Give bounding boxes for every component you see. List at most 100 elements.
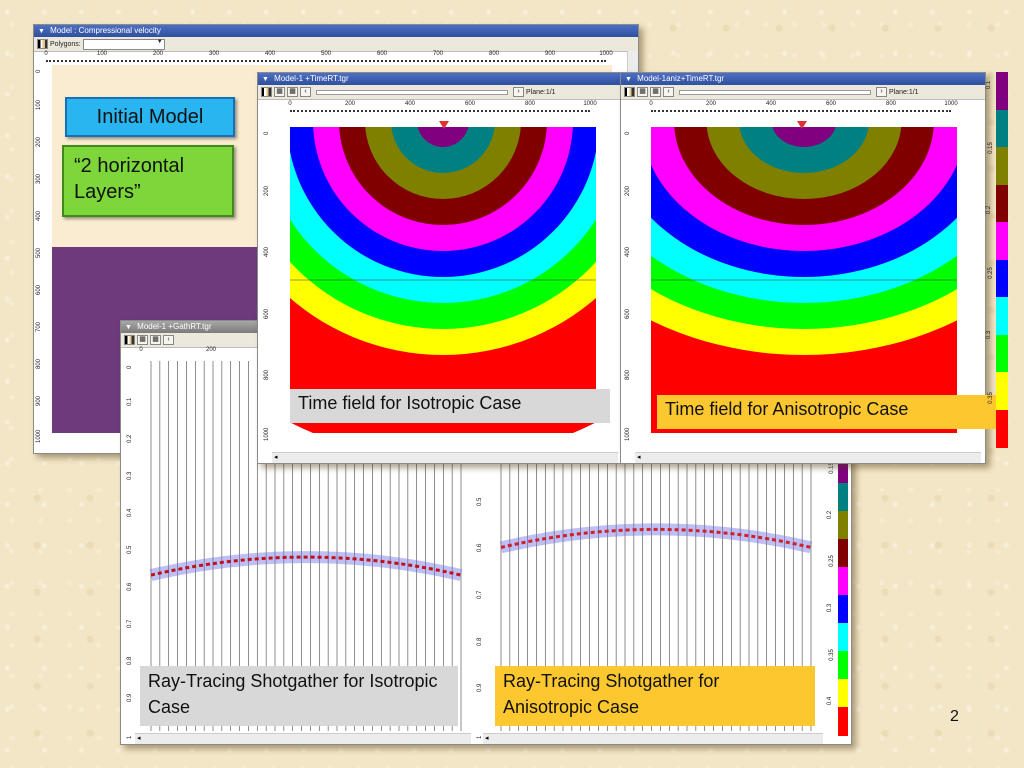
y-tick-label: 0.3 (127, 471, 133, 480)
colorbar-tick-label: 0.1 (986, 80, 993, 90)
y-tick-label: 0 (625, 131, 631, 135)
colorbar-swatch (996, 222, 1008, 260)
plane-slider[interactable] (679, 89, 871, 95)
x-tick-label: 600 (825, 101, 837, 107)
gather-x-ruler: 0 200 (135, 347, 255, 361)
y-tick-label: 200 (625, 186, 631, 197)
window-menu-icon[interactable]: ▼ (38, 28, 45, 35)
aniso-gather-hscroll[interactable]: ◂ (483, 733, 823, 744)
window-menu-icon[interactable]: ▼ (125, 324, 132, 331)
source-marker-icon (439, 121, 449, 129)
iso-plane-label: Plane:1/1 (526, 88, 556, 96)
colorbar-swatch (996, 409, 1008, 448)
forward-arrow-icon[interactable]: › (876, 87, 887, 97)
colorbar-tick-label: 0.15 (987, 141, 994, 154)
colorbar-swatch (838, 707, 848, 736)
y-tick-label: 0.6 (127, 582, 133, 591)
polygons-select[interactable]: ▼ (82, 38, 165, 50)
grid-icon[interactable]: ▦ (650, 87, 661, 97)
gather-hscroll[interactable]: ◂ (135, 733, 471, 744)
y-tick-label: 0.5 (127, 545, 133, 554)
color-swatch-icon[interactable] (37, 39, 48, 49)
colorbar-swatch (838, 623, 848, 652)
colorbar-swatch (838, 511, 848, 540)
ruler-ticks (290, 110, 590, 112)
colorbar-tick-label: 0.3 (827, 603, 834, 613)
color-swatch-icon[interactable] (624, 87, 635, 97)
y-tick-label: 0.9 (477, 683, 483, 693)
chevron-down-icon[interactable]: ▼ (157, 39, 163, 45)
colorbar-tick-label: 0.3 (986, 330, 993, 340)
forward-arrow-icon[interactable]: › (513, 87, 524, 97)
y-tick-label: 600 (625, 308, 631, 319)
window-menu-icon[interactable]: ▼ (262, 76, 269, 83)
scroll-left-icon[interactable]: ◂ (274, 453, 278, 461)
colorbar-top (996, 72, 1008, 448)
scroll-left-icon[interactable]: ◂ (637, 453, 641, 461)
x-tick-label: 500 (320, 51, 332, 57)
iso-time-field-plot (290, 127, 596, 433)
gather-xtick-200: 200 (205, 347, 217, 353)
x-tick-label: 400 (264, 51, 276, 57)
back-arrow-icon[interactable]: ‹ (663, 87, 674, 97)
x-tick-label: 200 (705, 101, 717, 107)
aniso-time-titlebar[interactable]: ▼ Model-1aniz+TimeRT.tgr (621, 73, 985, 85)
initial-model-label: Initial Model (65, 97, 235, 137)
y-tick-label: 600 (264, 308, 270, 319)
aniso-x-ruler: 0 200 400 600 800 1000 (649, 101, 958, 115)
grid-icon[interactable]: ▦ (287, 87, 298, 97)
back-arrow-icon[interactable]: ‹ (163, 335, 174, 345)
colorbar-swatch (838, 483, 848, 512)
color-swatch-icon[interactable] (124, 335, 135, 345)
grid-icon[interactable]: ▦ (137, 335, 148, 345)
y-tick-label: 900 (36, 395, 42, 406)
colorbar-swatch (838, 679, 848, 708)
ruler-ticks (46, 60, 606, 62)
colorbar-tick-label: 0.25 (828, 555, 835, 568)
y-tick-label: 0.9 (127, 693, 133, 702)
source-marker-icon (797, 121, 807, 129)
y-tick-label: 800 (264, 369, 270, 380)
aniso-time-caption-text: Time field for Anisotropic Case (665, 399, 909, 419)
iso-time-caption-text: Time field for Isotropic Case (298, 393, 522, 413)
grid-icon[interactable]: ▦ (274, 87, 285, 97)
y-tick-label: 400 (625, 247, 631, 258)
x-tick-label: 200 (152, 51, 164, 57)
x-tick-label: 0 (44, 51, 48, 57)
aniso-time-title: Model-1aniz+TimeRT.tgr (637, 74, 725, 83)
color-swatch-icon[interactable] (261, 87, 272, 97)
iso-time-titlebar[interactable]: ▼ Model-1 +TimeRT.tgr (258, 73, 621, 85)
aniso-y-ruler-time: 0 200 400 600 800 1000 (625, 127, 637, 441)
y-tick-label: 1000 (264, 427, 270, 441)
grid-icon[interactable]: ▦ (637, 87, 648, 97)
y-tick-label: 1000 (36, 429, 42, 443)
x-tick-label: 800 (885, 101, 897, 107)
y-tick-label: 600 (36, 284, 42, 295)
y-tick-label: 700 (36, 321, 42, 332)
back-arrow-icon[interactable]: ‹ (300, 87, 311, 97)
aniso-time-toolbar: ▦ ▦ ‹ › Plane:1/1 (621, 85, 985, 100)
iso-shotgather-caption-text: Ray-Tracing Shotgather for Isotropic Cas… (148, 671, 438, 717)
colorbar-swatch (996, 372, 1008, 410)
colorbar-swatch (838, 539, 848, 568)
x-tick-label: 800 (524, 101, 536, 107)
plane-slider[interactable] (316, 89, 508, 95)
aniso-hscroll[interactable]: ◂ (635, 452, 981, 463)
y-tick-label: 0.4 (127, 508, 133, 517)
model-x-ruler: 0 100 200 300 400 500 600 700 800 900 1000 (44, 51, 613, 65)
layers-text: “2 horizontal Layers” (74, 155, 185, 203)
scroll-left-icon[interactable]: ◂ (137, 734, 141, 742)
slide-number: 2 (950, 708, 959, 725)
window-menu-icon[interactable]: ▼ (625, 76, 632, 83)
colorbar-swatch (996, 109, 1008, 148)
y-tick-label: 0 (264, 131, 270, 135)
colorbar-tick-label: 0.2 (827, 510, 834, 519)
model-window-titlebar[interactable]: ▼ Model : Compressional velocity (34, 25, 638, 37)
scroll-left-icon[interactable]: ◂ (485, 734, 489, 742)
y-tick-label: 200 (36, 136, 42, 147)
y-tick-label: 0.7 (477, 590, 483, 599)
iso-hscroll[interactable]: ◂ (272, 452, 618, 463)
ruler-ticks (651, 110, 951, 112)
grid-icon[interactable]: ▦ (150, 335, 161, 345)
x-tick-label: 600 (464, 101, 476, 107)
